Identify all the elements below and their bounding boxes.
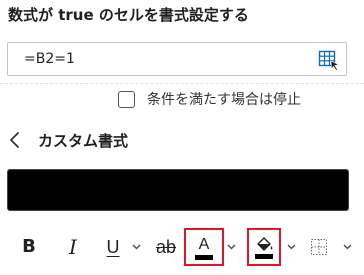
borders-dropdown[interactable] [342,228,352,266]
stop-if-true-checkbox[interactable] [118,90,135,108]
underline-icon: U [106,237,120,257]
underline-button[interactable]: U [100,228,126,266]
strikethrough-icon: ab [155,237,177,257]
font-color-dropdown-icon [227,244,235,250]
formula-value: =B2=1 [24,51,75,67]
font-color-button[interactable]: A [188,228,220,266]
range-select-icon[interactable] [318,49,340,71]
section-title: 数式が true のセルを書式設定する [8,6,249,24]
chevron-left-icon[interactable] [8,130,22,150]
borders-button[interactable] [306,228,332,266]
underline-dropdown[interactable] [131,228,141,266]
fill-color-dropdown[interactable] [286,228,296,266]
fill-color-icon [257,236,273,251]
fill-color-swatch [255,253,273,259]
borders-dropdown-icon [343,244,351,250]
formula-input[interactable]: =B2=1 [7,42,347,76]
font-color-icon: A [198,235,210,253]
italic-button[interactable]: I [60,228,86,266]
stop-if-true-option[interactable]: 条件を満たす場合は停止 [118,88,301,110]
stop-if-true-label: 条件を満たす場合は停止 [147,92,301,108]
format-preview [7,169,349,211]
divider [0,83,364,85]
font-color-swatch [195,254,213,260]
underline-dropdown-icon [132,244,140,250]
custom-format-title: カスタム書式 [38,131,129,150]
strikethrough-button[interactable]: ab [152,228,180,266]
font-color-dropdown[interactable] [226,228,236,266]
italic-icon: I [69,235,77,259]
borders-icon [311,239,327,255]
format-toolbar: B I U ab A [0,228,364,266]
fill-color-button[interactable] [250,228,278,266]
custom-format-back[interactable]: カスタム書式 [8,128,128,152]
fill-color-dropdown-icon [287,244,295,250]
bold-button[interactable]: B [16,228,42,266]
bold-icon: B [22,236,36,257]
